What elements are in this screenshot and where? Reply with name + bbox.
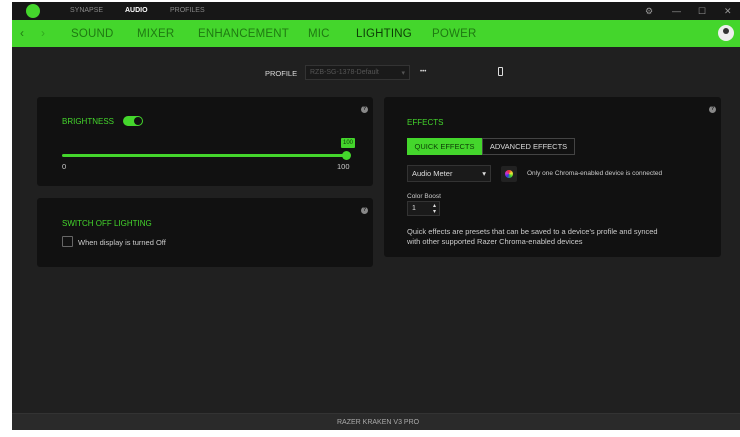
- stepper-arrows-icon[interactable]: ▴ ▾: [433, 203, 436, 215]
- close-icon[interactable]: ✕: [724, 6, 732, 17]
- help-icon[interactable]: ?: [361, 207, 368, 214]
- switch-off-panel: ? SWITCH OFF LIGHTING When display is tu…: [37, 198, 373, 267]
- slider-max-label: 100: [337, 162, 350, 171]
- tab-synapse[interactable]: SYNAPSE: [70, 7, 103, 14]
- chroma-note: Only one Chroma-enabled device is connec…: [527, 170, 663, 177]
- color-boost-stepper[interactable]: 1 ▴ ▾: [407, 201, 440, 216]
- tab-sound[interactable]: SOUND: [71, 28, 114, 40]
- brightness-slider-thumb[interactable]: [342, 151, 351, 160]
- chevron-down-icon: ▾: [482, 169, 486, 178]
- brightness-toggle[interactable]: [123, 116, 143, 126]
- help-icon[interactable]: ?: [709, 106, 716, 113]
- brightness-slider-track[interactable]: [62, 154, 347, 157]
- chroma-icon[interactable]: [501, 166, 517, 182]
- battery-icon: [498, 67, 503, 76]
- tab-audio[interactable]: AUDIO: [125, 7, 148, 14]
- help-icon[interactable]: ?: [361, 106, 368, 113]
- tab-enhancement[interactable]: ENHANCEMENT: [198, 28, 289, 40]
- effect-value: Audio Meter: [412, 169, 453, 178]
- display-off-label: When display is turned Off: [78, 238, 166, 247]
- tab-power[interactable]: POWER: [432, 28, 476, 40]
- app-window: SYNAPSE AUDIO PROFILES ⚙ — ☐ ✕ ‹ › SOUND…: [12, 2, 740, 430]
- more-options-button[interactable]: •••: [420, 69, 426, 75]
- profile-select[interactable]: RZB-SG-1378-Default ▾: [305, 65, 410, 80]
- tab-mixer[interactable]: MIXER: [137, 28, 174, 40]
- tab-lighting[interactable]: LIGHTING: [356, 28, 412, 40]
- effects-description: Quick effects are presets that can be sa…: [407, 227, 658, 246]
- profile-label: PROFILE: [265, 69, 298, 78]
- color-boost-value: 1: [412, 205, 416, 212]
- footer: RAZER KRAKEN V3 PRO: [12, 413, 740, 430]
- switch-off-title: SWITCH OFF LIGHTING: [62, 219, 152, 228]
- effects-panel: ? EFFECTS QUICK EFFECTS ADVANCED EFFECTS…: [384, 97, 721, 257]
- device-name: RAZER KRAKEN V3 PRO: [337, 419, 420, 426]
- effect-select[interactable]: Audio Meter ▾: [407, 165, 491, 182]
- display-off-checkbox[interactable]: [62, 236, 73, 247]
- back-arrow-icon[interactable]: ‹: [20, 26, 24, 40]
- tab-mic[interactable]: MIC: [308, 28, 330, 40]
- tab-advanced-effects[interactable]: ADVANCED EFFECTS: [482, 138, 575, 155]
- forward-arrow-icon[interactable]: ›: [41, 26, 45, 40]
- color-boost-label: Color Boost: [407, 193, 441, 200]
- tab-profiles[interactable]: PROFILES: [170, 7, 205, 14]
- user-avatar-icon[interactable]: [718, 25, 734, 41]
- razer-logo-icon[interactable]: [26, 4, 40, 18]
- tab-quick-effects[interactable]: QUICK EFFECTS: [407, 138, 482, 155]
- chevron-down-icon: ▾: [401, 70, 405, 77]
- slider-min-label: 0: [62, 162, 67, 171]
- profile-value: RZB-SG-1378-Default: [310, 69, 379, 76]
- brightness-value-badge: 100: [341, 138, 356, 148]
- brightness-panel: ? BRIGHTNESS 100 0 100: [37, 97, 373, 186]
- title-bar: SYNAPSE AUDIO PROFILES ⚙ — ☐ ✕: [12, 2, 740, 20]
- brightness-title: BRIGHTNESS: [62, 117, 115, 126]
- maximize-icon[interactable]: ☐: [698, 6, 706, 17]
- settings-gear-icon[interactable]: ⚙: [645, 6, 653, 17]
- effects-title: EFFECTS: [407, 118, 444, 127]
- minimize-icon[interactable]: —: [672, 6, 681, 16]
- nav-bar: ‹ › SOUND MIXER ENHANCEMENT MIC LIGHTING…: [12, 20, 740, 47]
